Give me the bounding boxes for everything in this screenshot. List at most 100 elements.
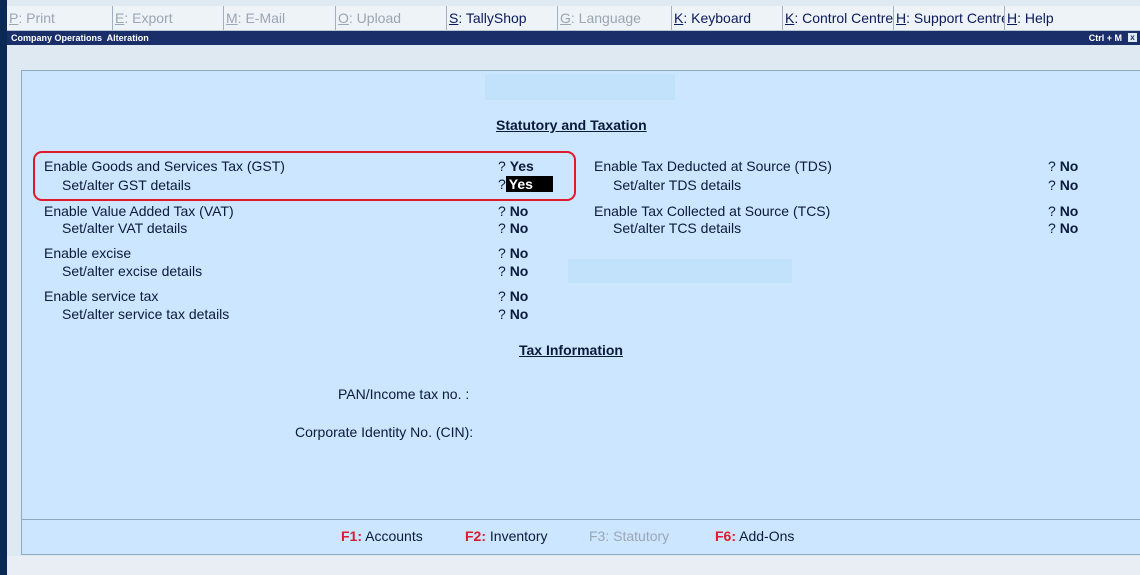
tds-details-label: Set/alter TDS details bbox=[613, 177, 742, 193]
f3-key: F3: bbox=[589, 528, 610, 544]
service-tax-details-q: ? bbox=[498, 306, 506, 322]
close-icon[interactable]: x bbox=[1128, 33, 1137, 42]
menu-email-key: M bbox=[226, 10, 238, 26]
gst-details-answer: Yes bbox=[505, 176, 553, 192]
menu-export[interactable]: E: Export bbox=[113, 6, 224, 30]
menu-support-centre[interactable]: H: Support Centre bbox=[894, 6, 1005, 30]
screen-title-bar: Company Operations Alteration Ctrl + M x bbox=[7, 31, 1140, 45]
excise-enable-q: ? bbox=[498, 245, 506, 261]
cin-field[interactable] bbox=[496, 424, 696, 441]
excise-enable-answer: No bbox=[509, 245, 529, 261]
menu-control-centre[interactable]: K: Control Centre bbox=[783, 6, 894, 30]
menu-print-key: P bbox=[9, 10, 19, 26]
bottom-strip bbox=[7, 556, 1140, 575]
menu-control-centre-label: : Control Centre bbox=[794, 10, 894, 26]
vat-details-label: Set/alter VAT details bbox=[62, 220, 188, 236]
top-menu-bar: P: Print E: Export M: E-Mail O: Upload S… bbox=[7, 6, 1140, 31]
excise-enable-label: Enable excise bbox=[44, 245, 132, 261]
menu-email-label: : E-Mail bbox=[237, 10, 286, 26]
excise-enable-value[interactable]: ? No bbox=[498, 245, 528, 261]
tcs-enable-value[interactable]: ? No bbox=[1048, 203, 1078, 219]
f2-label: Inventory bbox=[489, 528, 548, 544]
f6-add-ons-button[interactable]: F6: Add-Ons bbox=[715, 528, 794, 544]
f6-key: F6: bbox=[715, 528, 736, 544]
gst-details-value[interactable]: ? Yes bbox=[498, 176, 553, 192]
tcs-enable-q: ? bbox=[1048, 203, 1056, 219]
gst-enable-value[interactable]: ? Yes bbox=[498, 158, 534, 174]
f1-label: Accounts bbox=[365, 528, 423, 544]
f2-key: F2: bbox=[465, 528, 486, 544]
gst-enable-label: Enable Goods and Services Tax (GST) bbox=[44, 158, 285, 174]
menu-help[interactable]: H: Help bbox=[1005, 6, 1140, 30]
screen-title: Company Operations Alteration bbox=[11, 33, 149, 43]
cin-label: Corporate Identity No. (CIN): bbox=[295, 424, 474, 440]
statutory-heading: Statutory and Taxation bbox=[496, 117, 647, 133]
tds-details-value[interactable]: ? No bbox=[1048, 177, 1078, 193]
tcs-details-q: ? bbox=[1048, 220, 1056, 236]
menu-support-centre-label: : Support Centre bbox=[906, 10, 1005, 26]
f6-label: Add-Ons bbox=[739, 528, 795, 544]
menu-control-centre-key: K bbox=[785, 10, 795, 26]
excise-details-answer: No bbox=[509, 263, 529, 279]
company-operations-panel: Statutory and Taxation Enable Goods and … bbox=[21, 70, 1140, 555]
shortcut-hint: Ctrl + M bbox=[1088, 33, 1122, 43]
menu-tallyshop-key: S bbox=[449, 10, 459, 26]
f3-label: Statutory bbox=[613, 528, 670, 544]
menu-help-key: H bbox=[1007, 10, 1018, 26]
menu-help-label: : Help bbox=[1017, 10, 1054, 26]
footer-divider bbox=[22, 519, 1140, 520]
menu-export-label: : Export bbox=[124, 10, 173, 26]
vat-details-value[interactable]: ? No bbox=[498, 220, 528, 236]
tcs-enable-answer: No bbox=[1059, 203, 1079, 219]
service-tax-details-answer: No bbox=[509, 306, 529, 322]
menu-language-key: G bbox=[560, 10, 571, 26]
menu-email[interactable]: M: E-Mail bbox=[224, 6, 336, 30]
tds-enable-label: Enable Tax Deducted at Source (TDS) bbox=[594, 158, 832, 174]
menu-print[interactable]: P: Print bbox=[7, 6, 113, 30]
vat-enable-answer: No bbox=[509, 203, 529, 219]
f3-statutory-button[interactable]: F3: Statutory bbox=[589, 528, 669, 544]
tcs-details-label: Set/alter TCS details bbox=[613, 220, 742, 236]
tcs-details-value[interactable]: ? No bbox=[1048, 220, 1078, 236]
pan-label: PAN/Income tax no. : bbox=[338, 386, 470, 402]
tds-details-q: ? bbox=[1048, 177, 1056, 193]
excise-details-q: ? bbox=[498, 263, 506, 279]
menu-upload-label: : Upload bbox=[348, 10, 402, 26]
tax-information-heading: Tax Information bbox=[519, 342, 623, 358]
gst-details-label: Set/alter GST details bbox=[62, 177, 191, 193]
ghost-shape bbox=[568, 259, 792, 283]
tds-enable-answer: No bbox=[1059, 158, 1079, 174]
service-tax-enable-q: ? bbox=[498, 288, 506, 304]
vat-enable-label: Enable Value Added Tax (VAT) bbox=[44, 203, 234, 219]
tally-window: P: Print E: Export M: E-Mail O: Upload S… bbox=[7, 0, 1140, 575]
vat-details-q: ? bbox=[498, 220, 506, 236]
vat-enable-value[interactable]: ? No bbox=[498, 203, 528, 219]
menu-upload-key: O bbox=[338, 10, 349, 26]
menu-print-label: : Print bbox=[18, 10, 55, 26]
ghost-shape bbox=[485, 74, 675, 100]
menu-tallyshop[interactable]: S: TallyShop bbox=[447, 6, 558, 30]
tcs-enable-label: Enable Tax Collected at Source (TCS) bbox=[594, 203, 831, 219]
menu-language[interactable]: G: Language bbox=[558, 6, 672, 30]
vat-enable-q: ? bbox=[498, 203, 506, 219]
menu-keyboard[interactable]: K: Keyboard bbox=[672, 6, 783, 30]
tds-details-answer: No bbox=[1059, 177, 1079, 193]
gst-details-q: ? bbox=[498, 176, 506, 192]
tds-enable-q: ? bbox=[1048, 158, 1056, 174]
menu-export-key: E bbox=[115, 10, 125, 26]
f2-inventory-button[interactable]: F2: Inventory bbox=[465, 528, 547, 544]
service-tax-enable-value[interactable]: ? No bbox=[498, 288, 528, 304]
tcs-details-answer: No bbox=[1059, 220, 1079, 236]
f1-accounts-button[interactable]: F1: Accounts bbox=[341, 528, 423, 544]
menu-tallyshop-label: : TallyShop bbox=[458, 10, 527, 26]
gst-enable-q: ? bbox=[498, 158, 506, 174]
service-tax-details-value[interactable]: ? No bbox=[498, 306, 528, 322]
pan-field[interactable] bbox=[496, 386, 696, 403]
excise-details-label: Set/alter excise details bbox=[62, 263, 203, 279]
excise-details-value[interactable]: ? No bbox=[498, 263, 528, 279]
menu-keyboard-label: : Keyboard bbox=[683, 10, 752, 26]
tds-enable-value[interactable]: ? No bbox=[1048, 158, 1078, 174]
menu-support-centre-key: H bbox=[896, 10, 907, 26]
menu-upload[interactable]: O: Upload bbox=[336, 6, 447, 30]
vat-details-answer: No bbox=[509, 220, 529, 236]
